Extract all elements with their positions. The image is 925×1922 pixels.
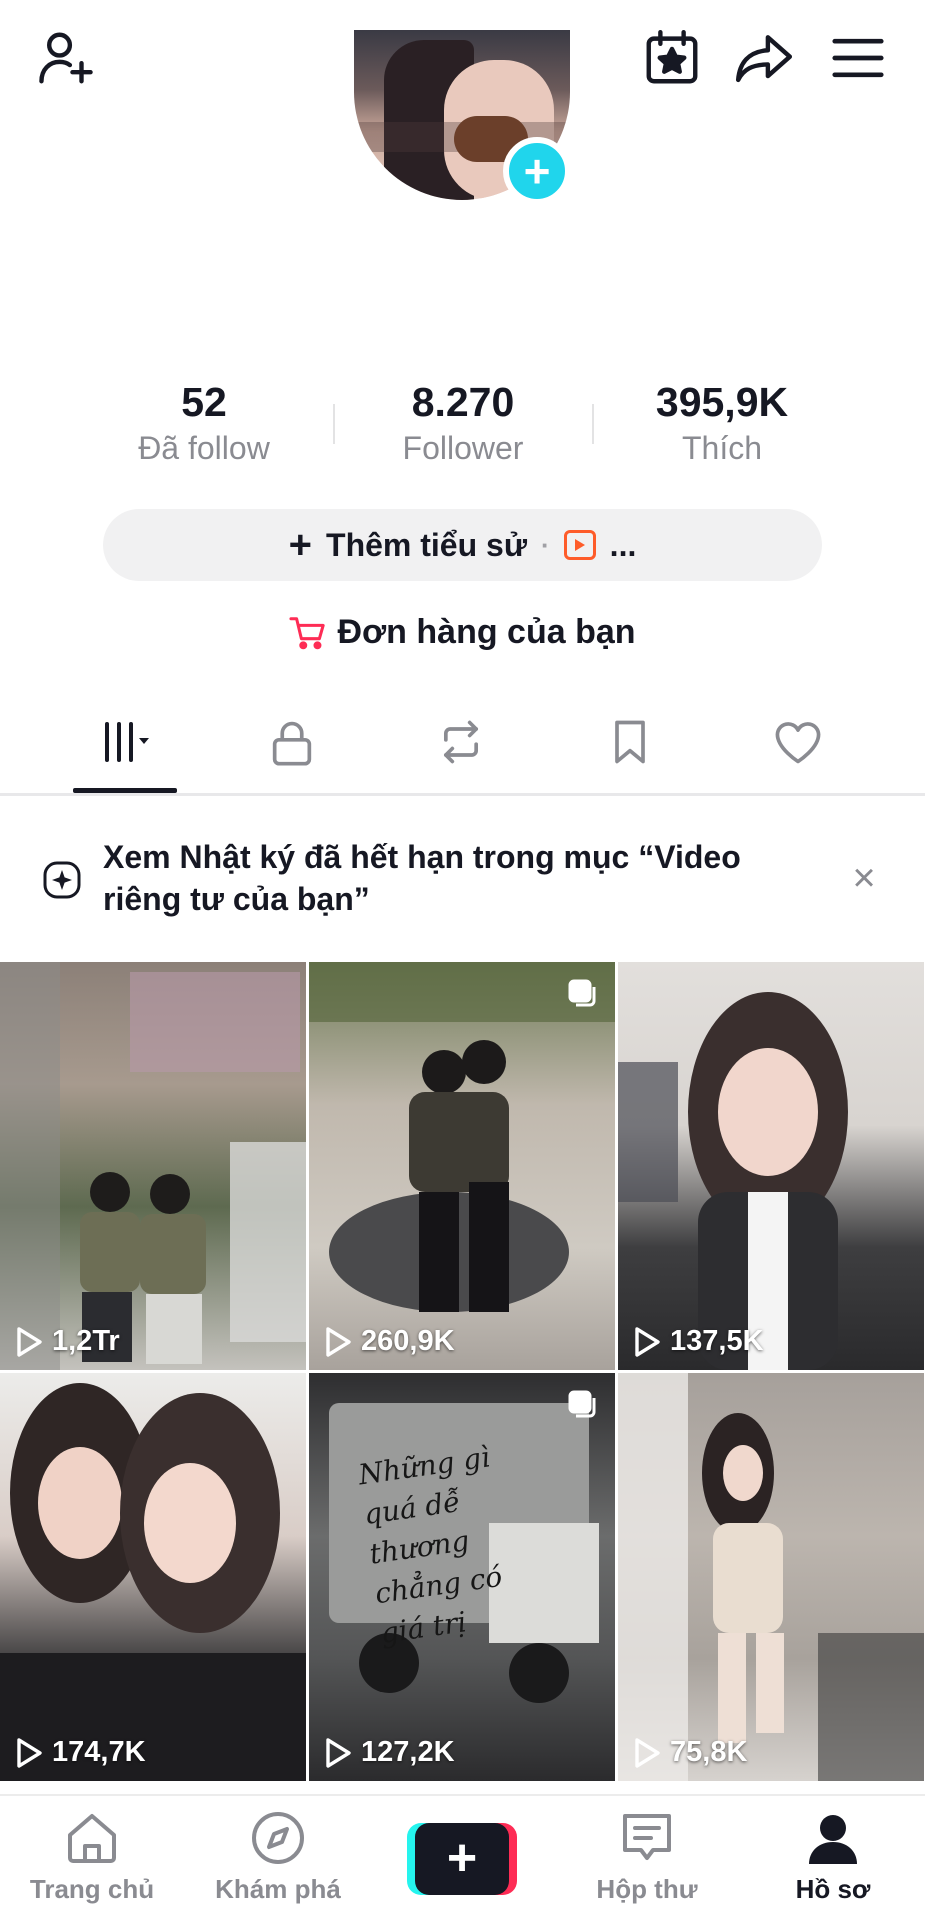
video-tile[interactable]: 174,7K — [0, 1373, 306, 1781]
nav-home-label: Trang chủ — [29, 1874, 155, 1904]
video-tile[interactable]: 137,5K — [618, 962, 924, 1370]
hamburger-menu-icon — [832, 38, 884, 78]
stat-divider — [333, 404, 335, 444]
sparkle-icon — [43, 861, 81, 899]
creator-tools-button[interactable] — [636, 22, 708, 94]
nav-inbox[interactable]: Hộp thư — [557, 1808, 737, 1905]
heart-icon — [775, 722, 821, 764]
add-friend-button[interactable] — [30, 22, 102, 94]
stat-divider — [592, 404, 594, 444]
nav-profile-label: Hồ sơ — [795, 1874, 871, 1904]
create-button[interactable]: + — [407, 1823, 517, 1895]
menu-button[interactable] — [822, 22, 894, 94]
video-thumbnail — [618, 1373, 924, 1781]
view-count: 75,8K — [632, 1736, 747, 1769]
nav-explore-label: Khám phá — [215, 1874, 341, 1904]
video-tile[interactable]: 260,9K — [309, 962, 615, 1370]
likes-label: Thích — [681, 430, 763, 466]
view-count: 137,5K — [632, 1325, 764, 1358]
create-icon: + — [415, 1823, 509, 1895]
play-icon — [17, 1326, 42, 1357]
video-caption-overlay: Những gì quá dễ thương chẳng có giá trị — [356, 1440, 505, 1650]
play-icon — [635, 1737, 660, 1768]
play-icon — [326, 1326, 351, 1357]
followers-label: Follower — [402, 430, 524, 466]
video-thumbnail — [309, 962, 615, 1312]
view-count: 260,9K — [323, 1325, 455, 1358]
close-icon: × — [852, 856, 876, 900]
your-orders-link[interactable]: Đơn hàng của bạn — [0, 613, 925, 652]
video-tile[interactable]: 75,8K — [618, 1373, 924, 1781]
separator-dot: · — [541, 529, 550, 560]
add-user-icon — [39, 32, 93, 84]
share-profile-button[interactable] — [728, 22, 800, 94]
profile-icon — [809, 1815, 857, 1864]
close-notice-button[interactable]: × — [838, 852, 890, 904]
following-count: 52 — [181, 379, 227, 425]
following-label: Đã follow — [138, 430, 270, 466]
play-icon — [635, 1326, 660, 1357]
notice-text: Xem Nhật ký đã hết hạn trong mục “Video … — [103, 839, 741, 917]
shopping-cart-icon — [289, 616, 326, 649]
video-tile[interactable]: Những gì quá dễ thương chẳng có giá trị … — [309, 1373, 615, 1781]
video-grid-icon — [105, 722, 149, 762]
tab-favorites[interactable] — [570, 705, 690, 779]
add-avatar-button[interactable]: + — [503, 137, 571, 205]
nav-profile[interactable]: Hồ sơ — [743, 1808, 923, 1905]
nav-home[interactable]: Trang chủ — [2, 1808, 182, 1905]
video-tile[interactable]: 1,2Tr — [0, 962, 306, 1370]
add-bio-button[interactable]: + Thêm tiểu sử · ... — [103, 509, 822, 581]
more-ellipsis: ... — [609, 526, 637, 563]
inbox-icon — [623, 1814, 671, 1860]
plus-icon: + — [288, 522, 313, 567]
view-count: 174,7K — [14, 1736, 146, 1769]
add-bio-label: Thêm tiểu sử — [326, 526, 527, 563]
compass-icon — [252, 1812, 304, 1864]
stat-following[interactable]: 52 Đã follow — [104, 378, 304, 470]
home-icon — [68, 1814, 116, 1863]
your-orders-label: Đơn hàng của bạn — [337, 613, 636, 651]
tab-liked[interactable] — [738, 705, 858, 779]
video-thumbnail — [0, 1383, 306, 1781]
nav-inbox-label: Hộp thư — [596, 1874, 698, 1904]
view-count: 1,2Tr — [14, 1325, 120, 1358]
calendar-star-icon — [646, 29, 698, 84]
lock-icon — [272, 721, 312, 766]
followers-count: 8.270 — [411, 379, 515, 425]
video-play-icon — [563, 530, 596, 560]
tab-videos[interactable] — [65, 705, 185, 779]
repost-icon — [443, 720, 479, 764]
nav-explore[interactable]: Khám phá — [188, 1808, 368, 1905]
multi-image-icon — [568, 979, 596, 1007]
share-arrow-icon — [735, 35, 793, 83]
play-icon — [326, 1737, 351, 1768]
video-thumbnail — [0, 962, 306, 1370]
multi-image-icon — [568, 1390, 596, 1418]
stat-likes[interactable]: 395,9K Thích — [622, 378, 822, 470]
stat-followers[interactable]: 8.270 Follower — [363, 378, 563, 470]
likes-count: 395,9K — [655, 379, 789, 425]
view-count: 127,2K — [323, 1736, 455, 1769]
bookmark-icon — [615, 720, 645, 764]
tab-reposts[interactable] — [401, 705, 521, 779]
video-thumbnail — [618, 992, 848, 1370]
play-icon — [17, 1737, 42, 1768]
tab-private[interactable] — [232, 705, 352, 779]
